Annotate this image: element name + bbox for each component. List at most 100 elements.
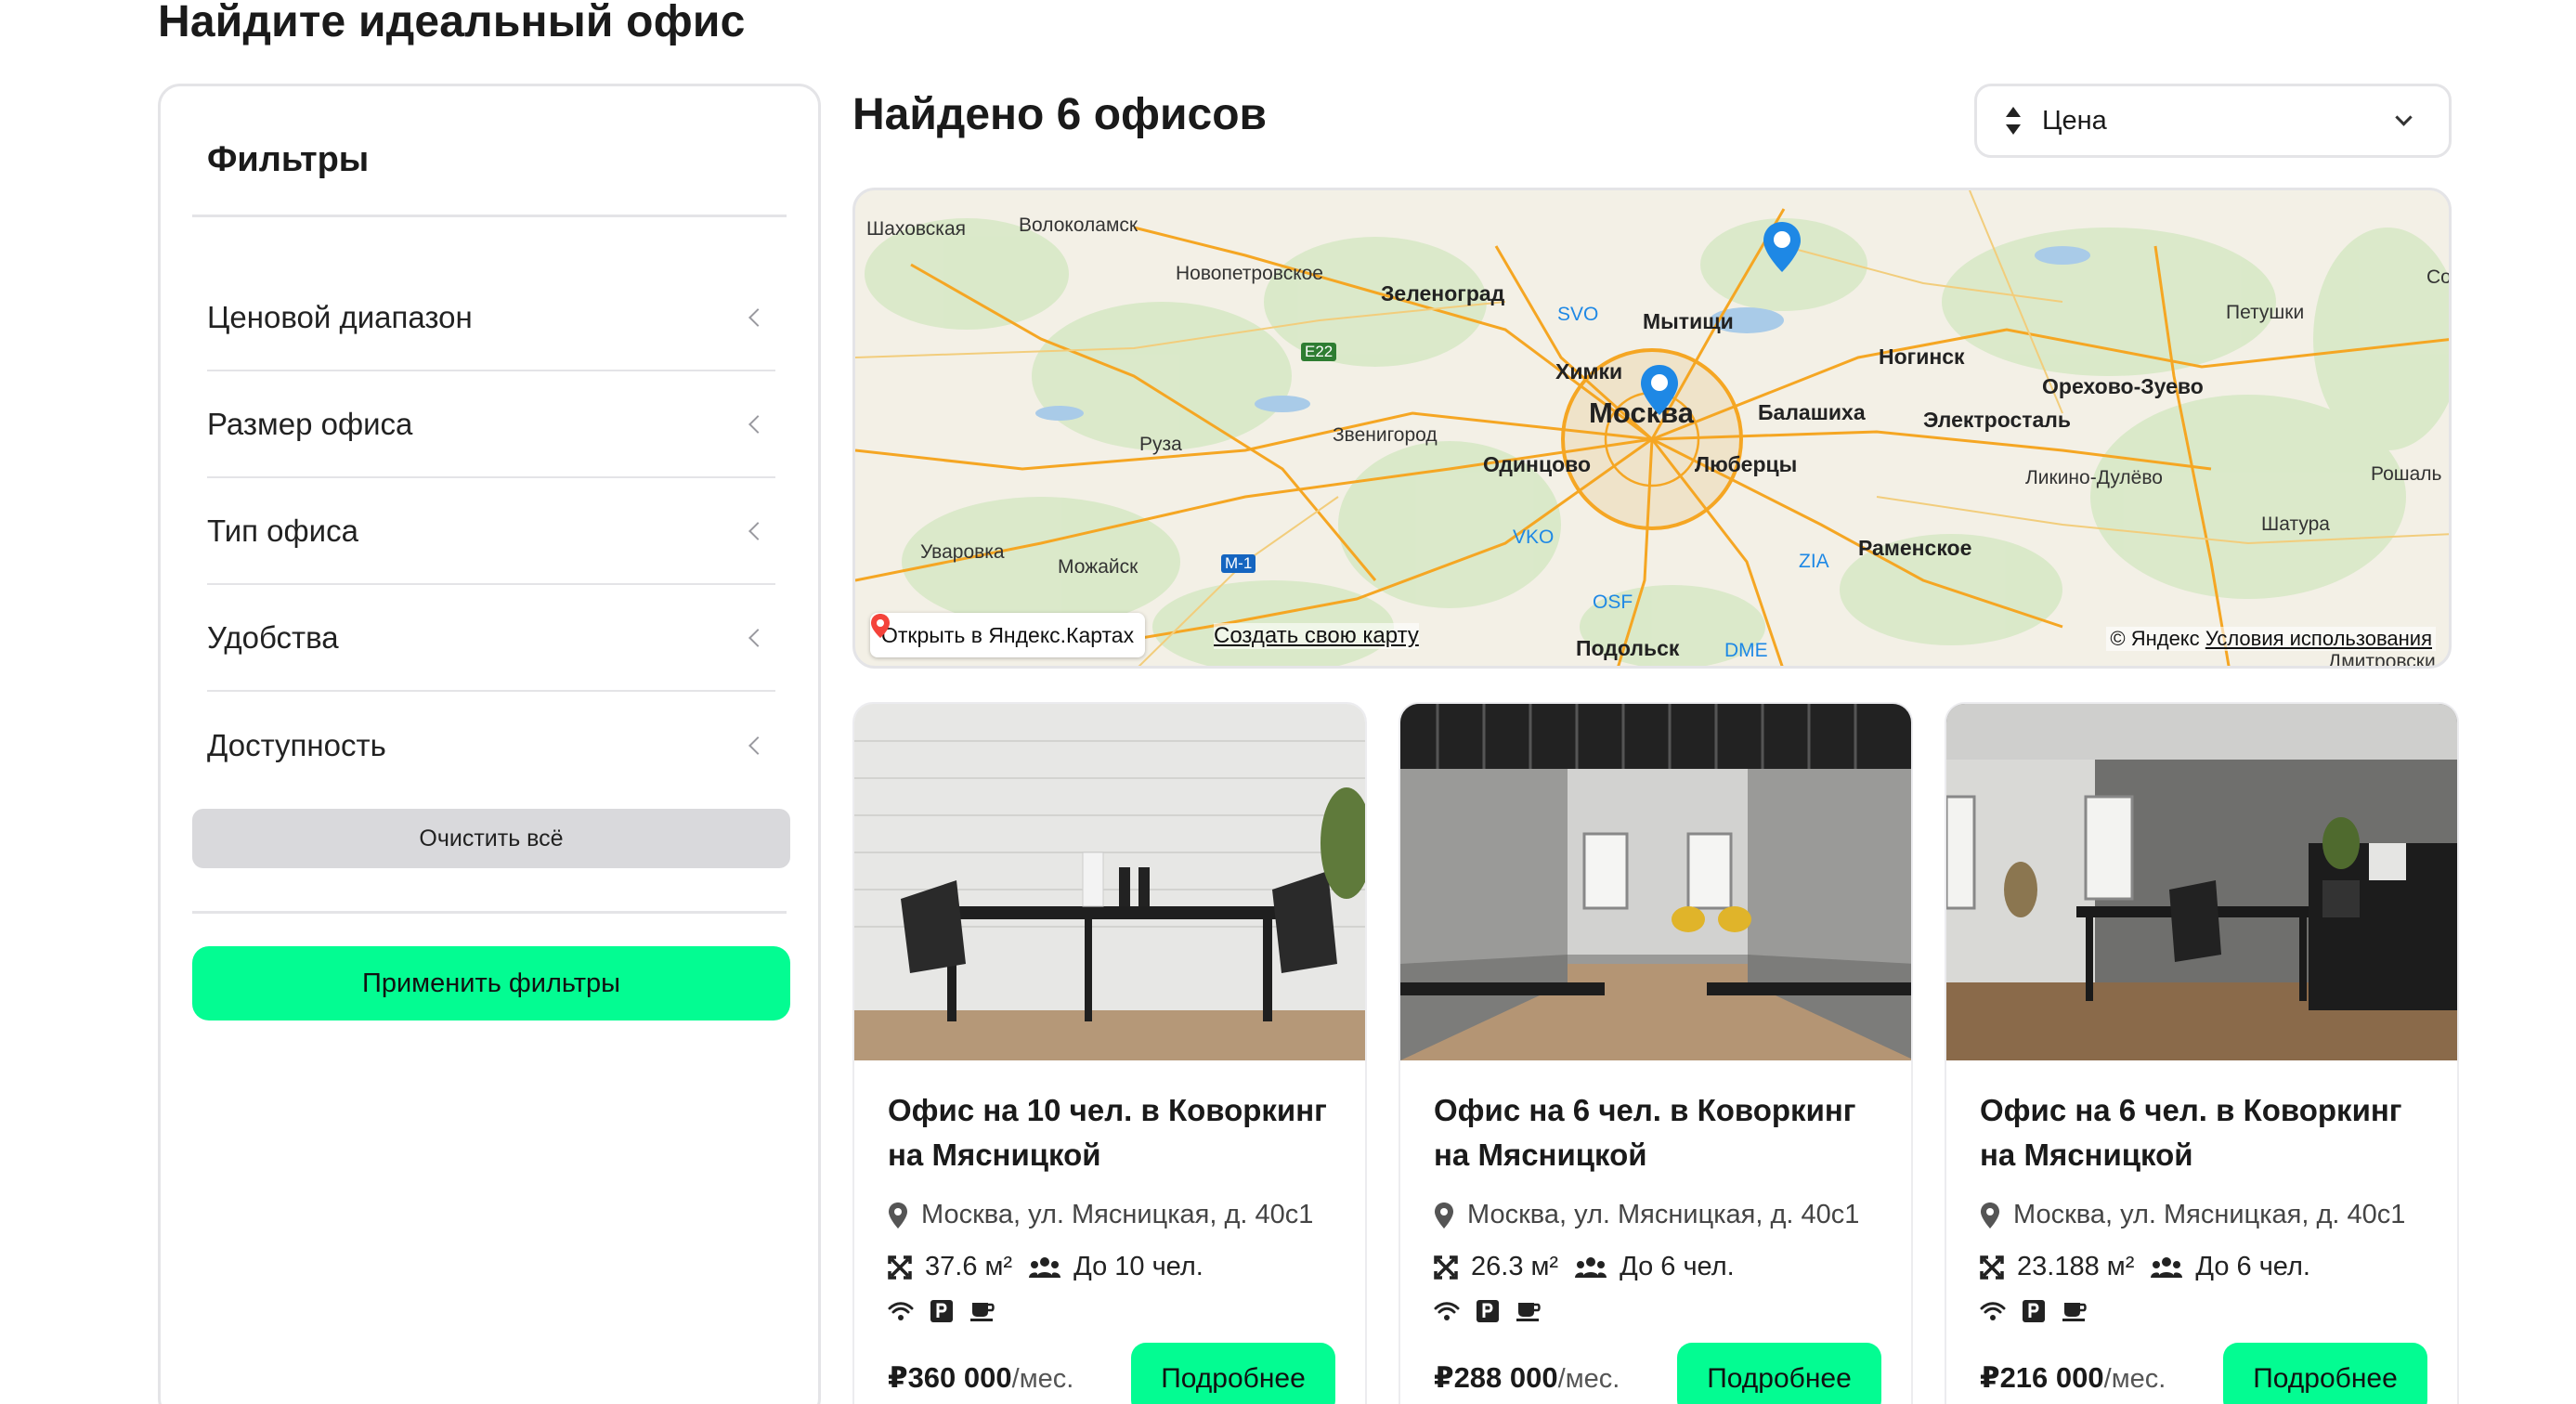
map-label-dmitrovsky: Дмитровски: [2328, 651, 2436, 669]
office-address: Москва, ул. Мясницкая, д. 40с1: [1467, 1200, 1860, 1229]
chevron-left-icon: [748, 628, 767, 647]
office-meta-row: 37.6 м² До 10 чел.: [888, 1252, 1203, 1282]
sort-value: Цена: [2042, 105, 2107, 136]
office-price: ₽216 000: [1980, 1361, 2104, 1394]
filter-office-type[interactable]: Тип офиса: [207, 478, 775, 585]
office-title: Офис на 6 чел. в Коворкинг на Мясницкой: [1980, 1093, 2402, 1172]
filter-label: Ценовой диапазон: [207, 299, 473, 334]
filter-label: Удобства: [207, 619, 339, 655]
coffee-icon: [2062, 1303, 2087, 1321]
office-title: Офис на 6 чел. в Коворкинг на Мясницкой: [1434, 1093, 1856, 1172]
price-period: /мес.: [1011, 1364, 1074, 1394]
terms-link[interactable]: Условия использования: [2205, 627, 2432, 650]
map-label-m1: M-1: [1221, 554, 1256, 573]
office-card[interactable]: Офис на 6 чел. в Коворкинг на Мясницкой …: [1399, 702, 1913, 1404]
map-label-ruza: Руза: [1139, 434, 1182, 455]
open-in-yandex-label: Открыть в Яндекс.Картах: [881, 622, 1135, 647]
office-map[interactable]: Шаховская Волоколамск Новопетровское Зел…: [852, 188, 2452, 669]
office-address-row: Москва, ул. Мясницкая, д. 40с1: [1434, 1200, 1859, 1230]
location-pin-icon: [889, 1202, 907, 1228]
wifi-icon: [1980, 1302, 2006, 1320]
map-label-petushki: Петушки: [2226, 302, 2305, 323]
office-price: ₽360 000: [888, 1361, 1012, 1394]
filters-title: Фильтры: [207, 140, 370, 179]
map-label-svo: SVO: [1557, 304, 1599, 325]
page-title: Найдите идеальный офис: [158, 0, 746, 46]
people-icon: [2151, 1256, 2183, 1278]
office-address: Москва, ул. Мясницкая, д. 40с1: [2013, 1200, 2406, 1229]
parking-icon: [1477, 1300, 1499, 1322]
office-price: ₽288 000: [1434, 1361, 1558, 1394]
map-label-likino: Ликино-Дулёво: [2025, 467, 2163, 488]
office-title: Офис на 10 чел. в Коворкинг на Мясницкой: [888, 1093, 1327, 1172]
map-label-zia: ZIA: [1799, 551, 1829, 572]
location-pin-icon: [871, 614, 890, 638]
chevron-down-icon: [2395, 108, 2413, 126]
apply-filters-button[interactable]: Применить фильтры: [192, 946, 790, 1020]
area-expand-icon: [1980, 1254, 2004, 1280]
office-meta-row: 26.3 м² До 6 чел.: [1434, 1252, 1735, 1282]
filter-office-size[interactable]: Размер офиса: [207, 371, 775, 478]
chevron-left-icon: [748, 307, 767, 327]
map-label-lyubertsy: Люберцы: [1695, 452, 1798, 476]
office-address-row: Москва, ул. Мясницкая, д. 40с1: [1980, 1200, 2405, 1230]
sort-icon: [2003, 107, 2023, 135]
coffee-icon: [970, 1303, 995, 1321]
details-button[interactable]: Подробнее: [1677, 1343, 1881, 1404]
office-address-row: Москва, ул. Мясницкая, д. 40с1: [888, 1200, 1313, 1230]
office-address: Москва, ул. Мясницкая, д. 40с1: [921, 1200, 1314, 1229]
details-button[interactable]: Подробнее: [1131, 1343, 1335, 1404]
map-label-roshal: Рошаль: [2371, 463, 2442, 485]
create-map-link[interactable]: Создать свою карту: [1214, 623, 1419, 649]
wifi-icon: [888, 1302, 914, 1320]
location-pin-icon: [1981, 1202, 1999, 1228]
clear-all-button[interactable]: Очистить всё: [192, 809, 790, 868]
coffee-icon: [1516, 1303, 1541, 1321]
office-area: 37.6 м²: [925, 1252, 1013, 1281]
sort-select[interactable]: Цена: [1974, 84, 2452, 158]
map-label-podolsk: Подольск: [1576, 636, 1680, 660]
filter-price-range[interactable]: Ценовой диапазон: [207, 265, 775, 371]
chevron-left-icon: [748, 414, 767, 434]
office-photo: [1946, 704, 2457, 1060]
filter-amenities[interactable]: Удобства: [207, 585, 775, 692]
map-label-mozhaysk: Можайск: [1058, 556, 1138, 578]
results-count-title: Найдено 6 офисов: [852, 90, 1268, 139]
filter-label: Размер офиса: [207, 406, 413, 441]
filter-label: Доступность: [207, 727, 386, 762]
details-button[interactable]: Подробнее: [2223, 1343, 2427, 1404]
map-label-shakhovskaya: Шаховская: [866, 218, 966, 240]
map-label-orekhovo: Орехово-Зуево: [2042, 374, 2204, 398]
office-price-row: ₽216 000/мес.: [1980, 1361, 2166, 1395]
office-amenities: [1434, 1300, 1542, 1322]
map-pin-icon[interactable]: [1762, 220, 1802, 274]
divider: [192, 911, 787, 914]
office-capacity: До 6 чел.: [2195, 1252, 2310, 1281]
office-amenities: [1980, 1300, 2088, 1322]
filter-list: Ценовой диапазон Размер офиса Тип офиса …: [207, 265, 775, 799]
map-label-dme: DME: [1724, 640, 1768, 661]
map-label-noginsk: Ногинск: [1879, 344, 1965, 369]
map-label-osf: OSF: [1593, 592, 1633, 613]
office-card[interactable]: Офис на 6 чел. в Коворкинг на Мясницкой …: [1945, 702, 2459, 1404]
chevron-left-icon: [748, 735, 767, 755]
office-area: 23.188 м²: [2017, 1252, 2135, 1281]
price-period: /мес.: [1557, 1364, 1620, 1394]
map-label-e22: E22: [1301, 343, 1337, 361]
open-in-yandex-maps-button[interactable]: Открыть в Яндекс.Картах: [870, 613, 1146, 657]
people-icon: [1575, 1256, 1607, 1278]
office-card[interactable]: Офис на 10 чел. в Коворкинг на Мясницкой…: [852, 702, 1367, 1404]
price-period: /мес.: [2103, 1364, 2166, 1394]
map-label-odintsovo: Одинцово: [1483, 452, 1592, 476]
filter-accessibility[interactable]: Доступность: [207, 692, 775, 799]
office-capacity: До 10 чел.: [1073, 1252, 1203, 1281]
wifi-icon: [1434, 1302, 1460, 1320]
map-pin-icon[interactable]: [1639, 363, 1680, 417]
map-label-shatura: Шатура: [2261, 514, 2330, 535]
area-expand-icon: [888, 1254, 912, 1280]
office-price-row: ₽360 000/мес.: [888, 1361, 1073, 1395]
chevron-left-icon: [748, 521, 767, 540]
map-label-sob: Соб: [2426, 266, 2452, 288]
parking-icon: [930, 1300, 953, 1322]
map-label-zelenograd: Зеленоград: [1381, 281, 1505, 306]
